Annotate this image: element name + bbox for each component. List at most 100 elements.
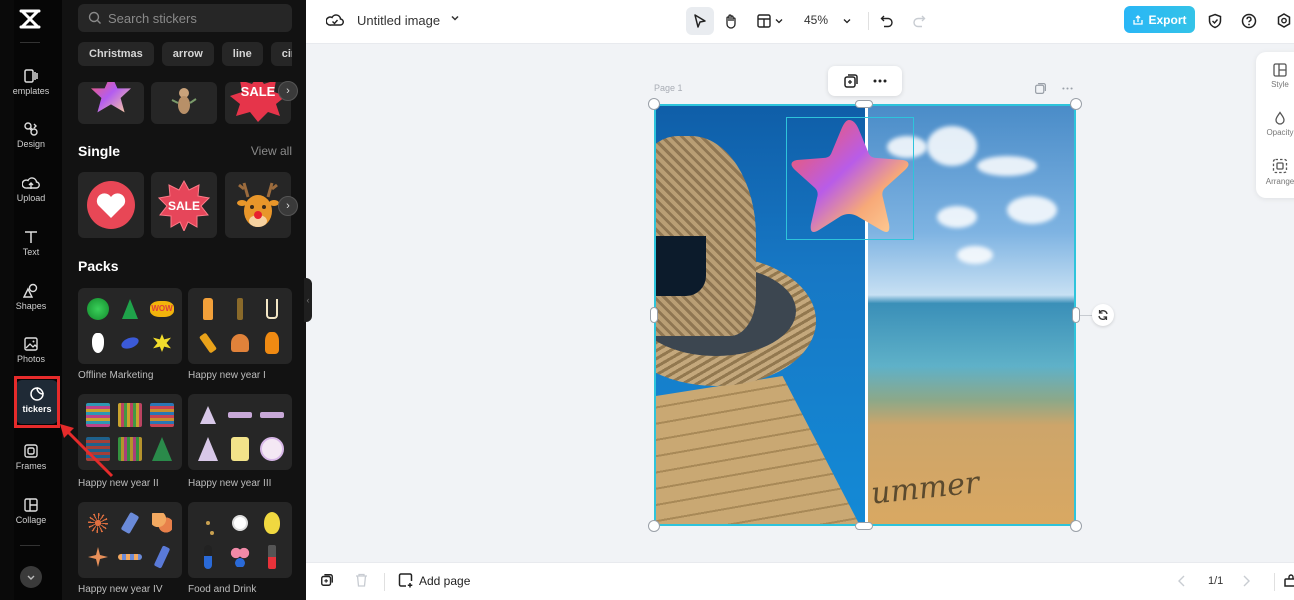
hand-icon bbox=[726, 14, 736, 29]
element-floating-toolbar bbox=[828, 66, 902, 96]
settings-button[interactable] bbox=[1274, 11, 1294, 31]
rail-divider bbox=[20, 545, 40, 546]
rail-item-upload[interactable]: Upload bbox=[0, 175, 62, 225]
resize-handle-bottom-right[interactable] bbox=[1070, 520, 1082, 532]
prev-page-button[interactable] bbox=[1178, 575, 1186, 587]
undo-button[interactable] bbox=[873, 7, 901, 35]
chip-circle[interactable]: circ bbox=[270, 42, 292, 66]
pack-happy-new-year-1[interactable] bbox=[188, 288, 292, 364]
style-button[interactable]: Style bbox=[1256, 63, 1294, 89]
collapse-panel-handle[interactable]: ‹ bbox=[304, 278, 312, 322]
top-bar: Untitled image 45% Export bbox=[306, 0, 1294, 44]
arrange-button[interactable]: Arrange bbox=[1256, 158, 1294, 186]
bottom-bar: Add page 1/1 bbox=[306, 562, 1294, 600]
cloud-saved-icon[interactable] bbox=[325, 12, 344, 33]
rail-item-shapes[interactable]: Shapes bbox=[0, 283, 62, 333]
sticker-thumb bbox=[232, 515, 248, 531]
resize-handle-bottom[interactable] bbox=[855, 522, 873, 530]
duplicate-icon bbox=[321, 574, 333, 586]
help-icon bbox=[1241, 13, 1257, 29]
select-tool-button[interactable] bbox=[686, 7, 714, 35]
wooden-deck bbox=[656, 376, 886, 524]
document-title[interactable]: Untitled image bbox=[357, 13, 440, 28]
resize-handle-top-right[interactable] bbox=[1070, 98, 1082, 110]
view-all-link[interactable]: View all bbox=[251, 144, 292, 158]
sticker-thumb bbox=[88, 547, 108, 567]
sticker-thumb bbox=[231, 437, 249, 461]
chip-line[interactable]: line bbox=[221, 42, 263, 66]
rail-item-collage[interactable]: Collage bbox=[0, 497, 62, 547]
zoom-dropdown-button[interactable] bbox=[838, 7, 856, 35]
sticker-star[interactable] bbox=[78, 82, 144, 124]
rail-divider bbox=[20, 42, 40, 43]
pack-label: Offline Marketing bbox=[78, 370, 154, 381]
rail-item-frames[interactable]: Frames bbox=[0, 443, 62, 493]
resize-handle-top[interactable] bbox=[855, 100, 873, 108]
expand-button[interactable] bbox=[1284, 574, 1294, 588]
zoom-level[interactable]: 45% bbox=[804, 13, 828, 27]
search-placeholder: Search stickers bbox=[108, 10, 197, 26]
sticker-thumb bbox=[231, 334, 249, 352]
capcut-logo-icon[interactable] bbox=[18, 8, 42, 30]
reindeer-sticker-icon bbox=[237, 182, 279, 227]
layout-dropdown-button[interactable] bbox=[752, 7, 788, 35]
pack-offline-marketing[interactable]: WOW bbox=[78, 288, 182, 364]
resize-handle-top-left[interactable] bbox=[648, 98, 660, 110]
sticker-thumb bbox=[265, 332, 279, 354]
sticker-sale-badge[interactable]: SALE bbox=[151, 172, 217, 238]
sticker-thumb bbox=[198, 332, 218, 354]
redo-button[interactable] bbox=[905, 7, 933, 35]
title-dropdown[interactable] bbox=[450, 13, 460, 26]
shield-button[interactable] bbox=[1205, 11, 1225, 31]
sticker-cherub[interactable] bbox=[151, 82, 217, 124]
shapes-icon bbox=[23, 283, 38, 298]
hand-tool-button[interactable] bbox=[717, 7, 745, 35]
next-page-button[interactable] bbox=[1242, 575, 1250, 587]
resize-handle-right[interactable] bbox=[1072, 307, 1080, 323]
export-button[interactable]: Export bbox=[1124, 6, 1195, 33]
delete-page-button[interactable] bbox=[355, 573, 368, 587]
rail-label: Text bbox=[22, 247, 40, 257]
resize-handle-left[interactable] bbox=[650, 307, 658, 323]
redo-icon bbox=[913, 15, 926, 28]
resize-handle-bottom-left[interactable] bbox=[648, 520, 660, 532]
duplicate-page-button[interactable] bbox=[320, 573, 334, 587]
rail-item-templates[interactable]: emplates bbox=[0, 68, 62, 118]
rail-expand-button[interactable] bbox=[20, 566, 42, 588]
pack-happy-new-year-4[interactable] bbox=[78, 502, 182, 578]
style-label: Style bbox=[1271, 80, 1289, 89]
page-actions bbox=[1034, 82, 1074, 95]
search-stickers-input[interactable]: Search stickers bbox=[78, 4, 292, 32]
chevron-down-icon bbox=[451, 15, 459, 21]
page-more-icon[interactable] bbox=[1061, 82, 1074, 95]
add-page-label: Add page bbox=[419, 573, 471, 588]
sticker-thumb bbox=[204, 545, 212, 569]
rotate-handle[interactable] bbox=[1092, 304, 1114, 326]
sticker-heart[interactable] bbox=[78, 172, 144, 238]
rail-item-design[interactable]: Design bbox=[0, 121, 62, 171]
add-page-icon bbox=[398, 573, 413, 588]
add-page-button[interactable]: Add page bbox=[398, 573, 470, 588]
page-counter: 1/1 bbox=[1208, 575, 1224, 587]
opacity-button[interactable]: Opacity bbox=[1256, 111, 1294, 137]
next-arrow-button[interactable]: › bbox=[278, 81, 298, 101]
help-button[interactable] bbox=[1239, 11, 1259, 31]
cherub-sticker-icon bbox=[171, 88, 197, 114]
more-options-icon[interactable] bbox=[872, 73, 888, 89]
next-arrow-button[interactable]: › bbox=[278, 196, 298, 216]
chip-arrow[interactable]: arrow bbox=[161, 42, 214, 66]
duplicate-page-icon[interactable] bbox=[1034, 82, 1047, 95]
chevron-down-icon bbox=[27, 575, 35, 580]
selected-sticker-frame[interactable] bbox=[786, 117, 914, 240]
pack-food-and-drink[interactable] bbox=[188, 502, 292, 578]
rail-label: Design bbox=[16, 139, 45, 149]
duplicate-icon[interactable] bbox=[843, 73, 859, 89]
pack-happy-new-year-3[interactable] bbox=[188, 394, 292, 470]
photos-icon bbox=[24, 337, 38, 351]
sticker-thumb bbox=[198, 437, 218, 461]
rail-item-text[interactable]: Text bbox=[0, 229, 62, 279]
chevron-left-icon bbox=[1178, 575, 1185, 587]
chip-christmas[interactable]: Christmas bbox=[78, 42, 154, 66]
gradient-star-sticker[interactable] bbox=[785, 116, 913, 239]
sticker-thumb bbox=[200, 406, 216, 424]
